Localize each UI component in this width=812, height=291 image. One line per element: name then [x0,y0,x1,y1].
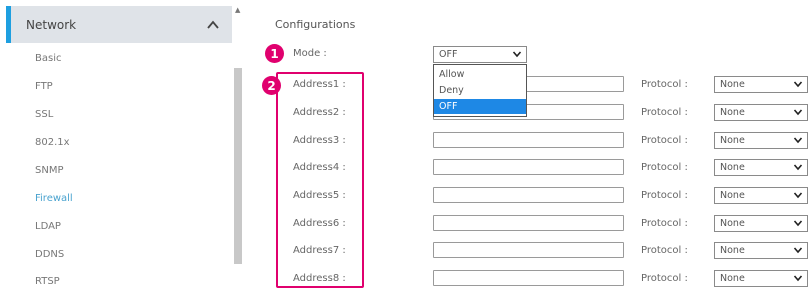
mode-select-value: OFF [439,49,458,60]
sidebar-header-network[interactable]: Network [11,6,232,43]
protocol8-label: Protocol : [641,273,688,284]
address2-label: Address2 : [293,107,346,118]
sidebar-item-ftp[interactable]: FTP [35,81,53,92]
mode-select[interactable]: OFF [433,46,527,63]
scrollbar-thumb[interactable] [234,68,242,264]
protocol4-label: Protocol : [641,162,688,173]
chevron-down-icon [793,137,803,144]
address4-label: Address4 : [293,162,346,173]
address3-label: Address3 : [293,135,346,146]
protocol1-select[interactable]: None [714,76,808,93]
mode-option-off[interactable]: OFF [434,99,526,114]
protocol1-value: None [720,79,745,90]
protocol6-value: None [720,218,745,229]
sidebar-item-ddns[interactable]: DDNS [35,249,64,260]
protocol2-value: None [720,107,745,118]
protocol5-value: None [720,190,745,201]
sidebar-item-firewall[interactable]: Firewall [35,193,73,204]
address8-label: Address8 : [293,273,346,284]
mode-dropdown-list: Allow Deny OFF [433,64,527,117]
sidebar-header-label: Network [26,17,77,32]
protocol5-select[interactable]: None [714,187,808,204]
chevron-up-icon[interactable] [206,18,220,32]
address6-field[interactable] [433,215,624,231]
address3-field[interactable] [433,132,624,148]
protocol8-select[interactable]: None [714,270,808,287]
sidebar-item-ldap[interactable]: LDAP [35,221,61,232]
address7-label: Address7 : [293,245,346,256]
address7-field[interactable] [433,242,624,258]
protocol8-value: None [720,273,745,284]
address1-label: Address1 : [293,79,346,90]
protocol1-label: Protocol : [641,79,688,90]
sidebar-item-basic[interactable]: Basic [35,53,61,64]
address5-label: Address5 : [293,190,346,201]
protocol2-select[interactable]: None [714,104,808,121]
sidebar-item-ssl[interactable]: SSL [35,109,53,120]
mode-option-deny[interactable]: Deny [434,83,526,98]
chevron-down-icon [793,81,803,88]
protocol3-value: None [720,135,745,146]
callout-badge-1: 1 [265,44,284,63]
address6-label: Address6 : [293,218,346,229]
protocol6-label: Protocol : [641,218,688,229]
chevron-down-icon [793,109,803,116]
chevron-down-icon [793,275,803,282]
protocol3-select[interactable]: None [714,132,808,149]
protocol3-label: Protocol : [641,135,688,146]
chevron-down-icon [793,220,803,227]
chevron-down-icon [512,51,522,58]
protocol4-value: None [720,162,745,173]
protocol7-select[interactable]: None [714,242,808,259]
sidebar-item-rtsp[interactable]: RTSP [35,276,60,287]
mode-label: Mode : [293,48,327,59]
protocol2-label: Protocol : [641,107,688,118]
protocol6-select[interactable]: None [714,215,808,232]
sidebar: Network Basic FTP SSL 802.1x SNMP Firewa… [0,0,232,291]
sidebar-item-snmp[interactable]: SNMP [35,165,64,176]
protocol4-select[interactable]: None [714,159,808,176]
chevron-down-icon [793,164,803,171]
sidebar-item-8021x[interactable]: 802.1x [35,137,70,148]
address5-field[interactable] [433,187,624,203]
chevron-down-icon [793,247,803,254]
scroll-up-arrow-icon[interactable]: ▲ [235,6,240,14]
protocol7-label: Protocol : [641,245,688,256]
protocol7-value: None [720,245,745,256]
section-title: Configurations [275,18,356,31]
sidebar-scrollbar[interactable]: ▲ [232,6,244,291]
protocol5-label: Protocol : [641,190,688,201]
mode-option-allow[interactable]: Allow [434,67,526,82]
address8-field[interactable] [433,270,624,286]
address4-field[interactable] [433,159,624,175]
chevron-down-icon [793,192,803,199]
